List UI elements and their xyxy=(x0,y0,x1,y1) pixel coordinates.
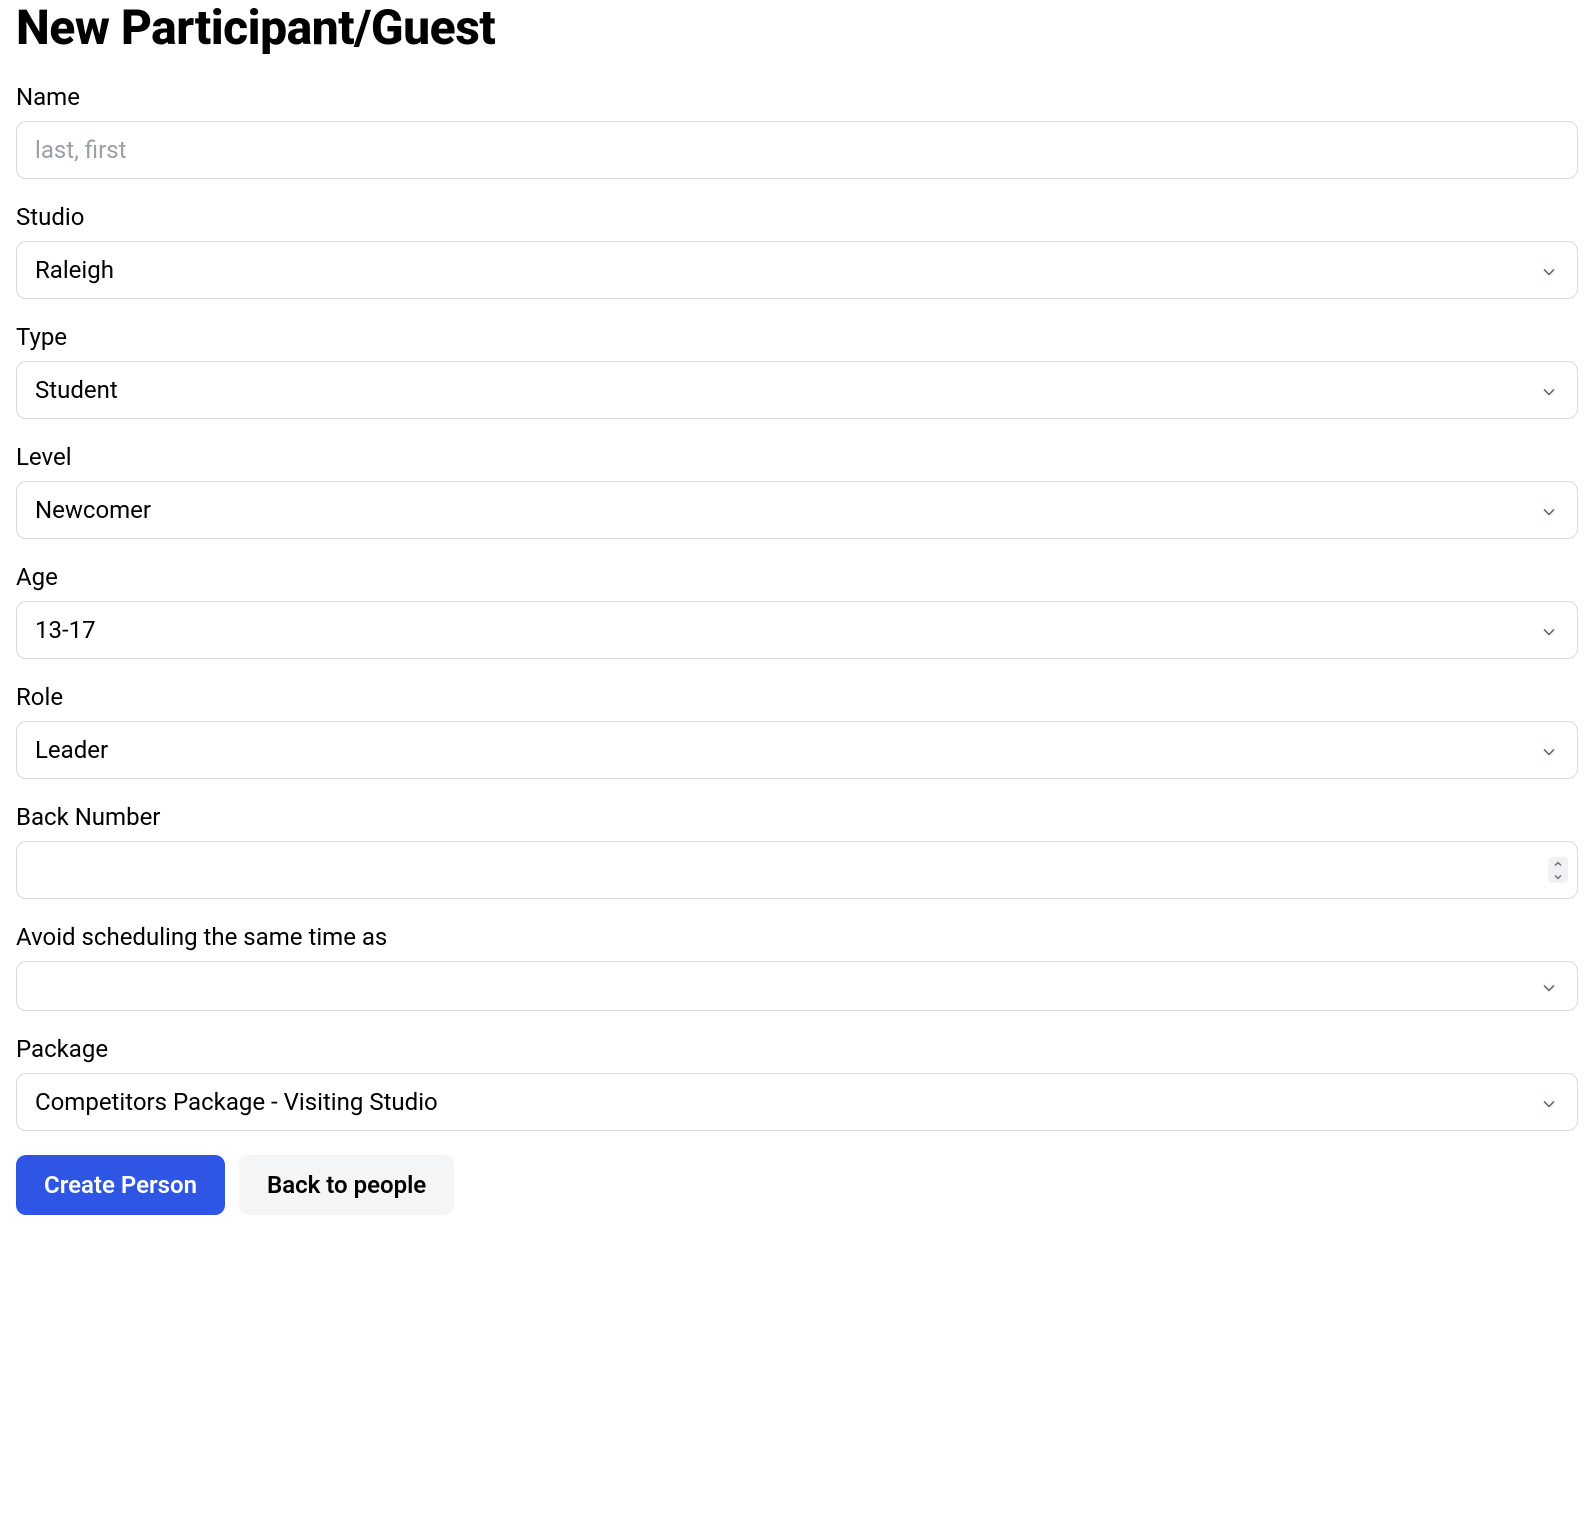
package-value: Competitors Package - Visiting Studio xyxy=(35,1088,438,1116)
back-number-wrap xyxy=(16,841,1578,899)
type-label: Type xyxy=(16,323,1578,351)
chevron-down-icon xyxy=(1539,260,1559,280)
role-label: Role xyxy=(16,683,1578,711)
avoid-label: Avoid scheduling the same time as xyxy=(16,923,1578,951)
chevron-down-icon xyxy=(1539,620,1559,640)
type-select[interactable]: Student xyxy=(16,361,1578,419)
avoid-select[interactable] xyxy=(16,961,1578,1011)
package-label: Package xyxy=(16,1035,1578,1063)
field-level: Level Newcomer xyxy=(16,443,1578,539)
field-name: Name xyxy=(16,83,1578,179)
age-value: 13-17 xyxy=(35,616,96,644)
role-select[interactable]: Leader xyxy=(16,721,1578,779)
level-select[interactable]: Newcomer xyxy=(16,481,1578,539)
field-role: Role Leader xyxy=(16,683,1578,779)
field-age: Age 13-17 xyxy=(16,563,1578,659)
type-value: Student xyxy=(35,376,118,404)
back-number-label: Back Number xyxy=(16,803,1578,831)
button-row: Create Person Back to people xyxy=(16,1155,1578,1215)
field-back-number: Back Number xyxy=(16,803,1578,899)
chevron-down-icon xyxy=(1539,740,1559,760)
page-title: New Participant/Guest xyxy=(16,0,1578,55)
chevron-down-icon xyxy=(1539,1092,1559,1112)
studio-value: Raleigh xyxy=(35,256,114,284)
name-label: Name xyxy=(16,83,1578,111)
stepper-up-button[interactable] xyxy=(1548,857,1568,870)
stepper-down-button[interactable] xyxy=(1548,870,1568,883)
age-select[interactable]: 13-17 xyxy=(16,601,1578,659)
field-studio: Studio Raleigh xyxy=(16,203,1578,299)
create-person-button[interactable]: Create Person xyxy=(16,1155,225,1215)
chevron-down-icon xyxy=(1539,380,1559,400)
field-package: Package Competitors Package - Visiting S… xyxy=(16,1035,1578,1131)
chevron-down-icon xyxy=(1539,500,1559,520)
back-to-people-button[interactable]: Back to people xyxy=(239,1155,454,1215)
level-label: Level xyxy=(16,443,1578,471)
chevron-down-icon xyxy=(1539,976,1559,996)
field-type: Type Student xyxy=(16,323,1578,419)
back-number-input[interactable] xyxy=(16,841,1578,899)
number-stepper xyxy=(1548,857,1568,883)
field-avoid: Avoid scheduling the same time as xyxy=(16,923,1578,1011)
name-input[interactable] xyxy=(16,121,1578,179)
level-value: Newcomer xyxy=(35,496,151,524)
studio-select[interactable]: Raleigh xyxy=(16,241,1578,299)
studio-label: Studio xyxy=(16,203,1578,231)
package-select[interactable]: Competitors Package - Visiting Studio xyxy=(16,1073,1578,1131)
role-value: Leader xyxy=(35,736,108,764)
age-label: Age xyxy=(16,563,1578,591)
